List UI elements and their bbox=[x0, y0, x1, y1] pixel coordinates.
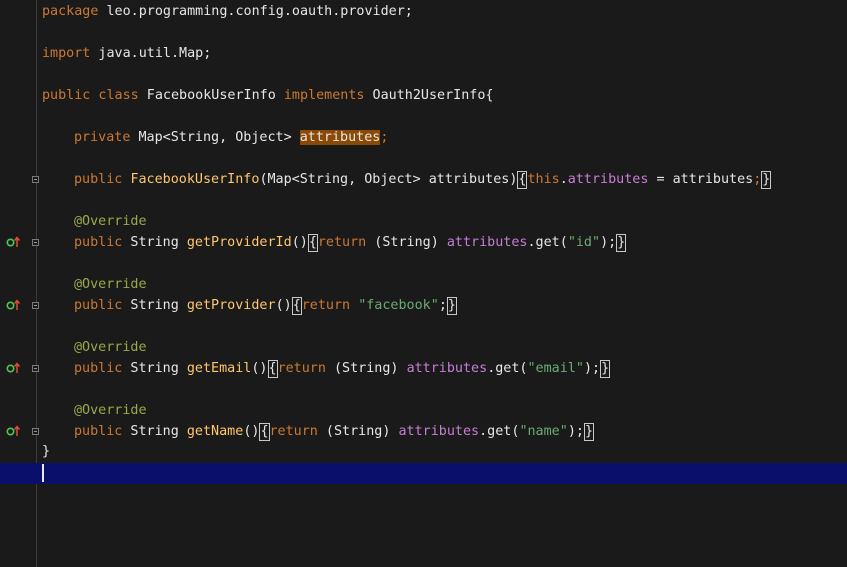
call-close: ); bbox=[567, 424, 584, 439]
return-type: String bbox=[122, 424, 187, 439]
dot: . bbox=[559, 172, 568, 187]
fold-marker-icon[interactable] bbox=[32, 239, 39, 246]
class-name: FacebookUserInfo bbox=[138, 88, 284, 103]
return-type: String bbox=[122, 298, 187, 313]
override-method-icon[interactable] bbox=[6, 235, 22, 249]
code-line-method[interactable]: public String getEmail(){return (String)… bbox=[42, 358, 611, 379]
keyword: import bbox=[42, 46, 91, 61]
keyword: implements bbox=[283, 88, 365, 103]
return-type: String bbox=[122, 235, 187, 250]
folded-brace-close[interactable]: } bbox=[616, 234, 627, 252]
keyword: class bbox=[90, 88, 139, 103]
keyword: package bbox=[42, 4, 99, 19]
keyword: public bbox=[74, 298, 123, 313]
call-close: ); bbox=[600, 235, 617, 250]
keyword: public bbox=[74, 424, 123, 439]
keyword: return bbox=[301, 298, 351, 313]
code-line-annotation[interactable]: @Override bbox=[42, 400, 147, 421]
parens: () bbox=[243, 424, 260, 439]
code-line-method[interactable]: public String getProvider(){return "face… bbox=[42, 295, 457, 316]
return-type: String bbox=[122, 361, 187, 376]
keyword: public bbox=[74, 361, 123, 376]
code-line-class[interactable]: public class FacebookUserInfo implements… bbox=[42, 85, 494, 106]
code-line-method[interactable]: public String getProviderId(){return (St… bbox=[42, 232, 627, 253]
get-call: .get( bbox=[487, 361, 528, 376]
code-line-annotation[interactable]: @Override bbox=[42, 211, 147, 232]
cast: (String) bbox=[317, 424, 399, 439]
semicolon: ; bbox=[438, 298, 447, 313]
keyword: return bbox=[317, 235, 367, 250]
override-method-icon[interactable] bbox=[6, 361, 22, 375]
semicolon: ; bbox=[380, 130, 389, 145]
override-method-icon[interactable] bbox=[6, 298, 22, 312]
code-line-import[interactable]: import java.util.Map; bbox=[42, 43, 211, 64]
keyword: public bbox=[74, 172, 123, 187]
parens: () bbox=[251, 361, 268, 376]
current-line-highlight bbox=[0, 463, 847, 484]
field-ref: attributes bbox=[446, 235, 528, 250]
cast: (String) bbox=[366, 235, 447, 250]
override-annotation: @Override bbox=[74, 277, 147, 292]
keyword: private bbox=[74, 130, 131, 145]
folded-brace-open[interactable]: { bbox=[307, 234, 318, 252]
package-name: leo.programming.config.oauth.provider; bbox=[98, 4, 413, 19]
field-ref: attributes bbox=[398, 424, 480, 439]
keyword: return bbox=[269, 424, 318, 439]
keyword: public bbox=[74, 235, 123, 250]
override-method-icon[interactable] bbox=[6, 424, 22, 438]
call-close: ); bbox=[583, 361, 601, 376]
override-annotation: @Override bbox=[74, 340, 147, 355]
method-name: getProviderId bbox=[186, 235, 292, 250]
assignment: = attributes bbox=[648, 172, 754, 187]
folded-brace-open[interactable]: { bbox=[291, 297, 302, 315]
fold-marker-icon[interactable] bbox=[32, 365, 39, 372]
keyword: public bbox=[42, 88, 91, 103]
fold-marker-icon[interactable] bbox=[32, 428, 39, 435]
folded-brace-close[interactable]: } bbox=[600, 360, 611, 378]
text-caret bbox=[42, 464, 44, 482]
override-annotation: @Override bbox=[74, 214, 147, 229]
code-line-constructor[interactable]: public FacebookUserInfo(Map<String, Obje… bbox=[42, 169, 772, 190]
folded-brace-close[interactable]: } bbox=[761, 171, 772, 189]
field-ref: attributes bbox=[567, 172, 649, 187]
get-call: .get( bbox=[479, 424, 520, 439]
string-literal: "id" bbox=[567, 235, 601, 250]
folded-brace-open[interactable]: { bbox=[259, 423, 270, 441]
string-literal: "email" bbox=[527, 361, 584, 376]
keyword: return bbox=[277, 361, 326, 376]
string-literal: "name" bbox=[519, 424, 568, 439]
method-name: getEmail bbox=[186, 361, 252, 376]
folded-brace-close[interactable]: } bbox=[583, 423, 594, 441]
semicolon: ; bbox=[753, 172, 762, 187]
code-editor[interactable]: package leo.programming.config.oauth.pro… bbox=[0, 0, 847, 567]
interface-name: Oauth2UserInfo{ bbox=[364, 88, 494, 103]
constructor-params: (Map<String, Object> attributes) bbox=[259, 172, 518, 187]
field-type: Map<String, Object> bbox=[130, 130, 300, 145]
class-close-brace: } bbox=[42, 444, 51, 459]
import-name: java.util.Map; bbox=[90, 46, 212, 61]
folded-brace-close[interactable]: } bbox=[446, 297, 457, 315]
cast: (String) bbox=[325, 361, 407, 376]
code-line-field[interactable]: private Map<String, Object> attributes; bbox=[42, 127, 388, 148]
string-literal: "facebook" bbox=[358, 298, 439, 313]
parens: () bbox=[291, 235, 308, 250]
get-call: .get( bbox=[527, 235, 568, 250]
code-line-class-close[interactable]: } bbox=[42, 441, 50, 462]
folded-brace-open[interactable]: { bbox=[517, 171, 528, 189]
code-line-package[interactable]: package leo.programming.config.oauth.pro… bbox=[42, 1, 413, 22]
code-line-annotation[interactable]: @Override bbox=[42, 274, 147, 295]
folded-brace-open[interactable]: { bbox=[267, 360, 278, 378]
fold-marker-icon[interactable] bbox=[32, 302, 39, 309]
keyword: this bbox=[527, 172, 560, 187]
code-line-annotation[interactable]: @Override bbox=[42, 337, 147, 358]
field-ref: attributes bbox=[406, 361, 488, 376]
selected-field-name[interactable]: attributes bbox=[299, 130, 381, 145]
code-line-method[interactable]: public String getName(){return (String) … bbox=[42, 421, 594, 442]
fold-marker-icon[interactable] bbox=[32, 176, 39, 183]
parens: () bbox=[275, 298, 292, 313]
constructor-name: FacebookUserInfo bbox=[130, 172, 260, 187]
method-name: getProvider bbox=[186, 298, 276, 313]
method-name: getName bbox=[186, 424, 244, 439]
override-annotation: @Override bbox=[74, 403, 147, 418]
